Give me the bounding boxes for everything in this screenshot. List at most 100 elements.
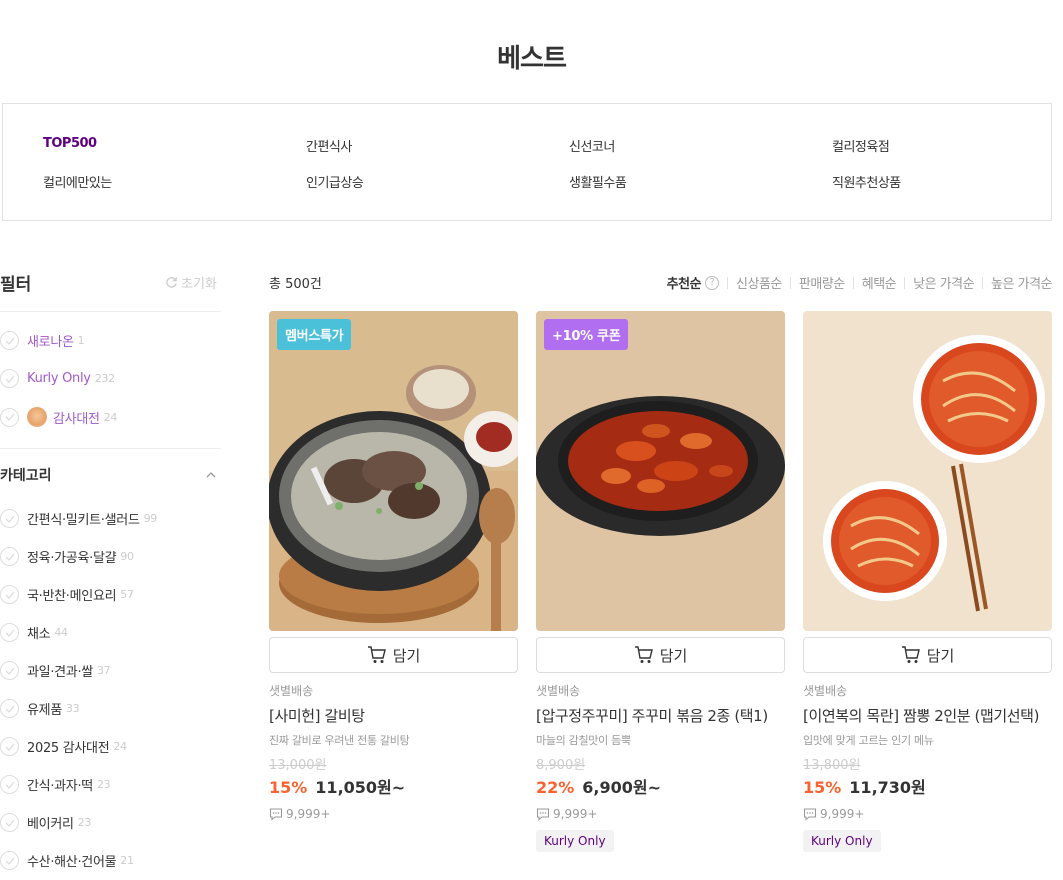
review-count: 9,999+ <box>536 807 786 821</box>
discount-rate: 15% <box>803 778 842 797</box>
check-icon <box>0 369 19 388</box>
sale-price: 6,900원~ <box>582 778 662 797</box>
category-link-top500[interactable]: TOP500 <box>43 136 97 151</box>
category-filter-count: 57 <box>120 588 134 601</box>
product-name[interactable]: [사미헌] 갈비탕 <box>269 705 519 728</box>
divider <box>0 311 221 312</box>
divider <box>727 276 729 289</box>
filter-reset-label: 초기화 <box>181 277 217 292</box>
check-icon <box>0 775 19 794</box>
divider <box>789 276 791 289</box>
category-filter-count: 23 <box>77 816 92 829</box>
comment-icon <box>269 808 283 821</box>
review-count: 9,999+ <box>803 807 1053 821</box>
product-name[interactable]: [이연복의 목란] 짬뽕 2인분 (맵기선택) <box>803 705 1053 728</box>
sort-recommended[interactable]: 추천순 <box>667 273 702 292</box>
product-image[interactable] <box>803 311 1052 631</box>
discount-rate: 22% <box>536 778 575 797</box>
category-filter-label: 수산·해산·건어물 <box>27 855 117 870</box>
sort-price-low[interactable]: 낮은 가격순 <box>913 273 974 292</box>
category-link-staff-picks[interactable]: 직원추천상품 <box>832 172 901 191</box>
category-filter-label: 과일·견과·쌀 <box>27 665 93 680</box>
review-count: 9,999+ <box>269 807 519 821</box>
refresh-icon <box>166 277 177 288</box>
category-section-toggle[interactable]: 카테고리 <box>0 465 221 485</box>
category-link-kurly-exclusive[interactable]: 컬리에만있는 <box>43 172 112 191</box>
check-icon <box>0 813 19 832</box>
filter-reset-button[interactable]: 초기화 <box>165 273 217 292</box>
filter-option-new[interactable]: 새로나온 1 <box>0 331 85 350</box>
original-price: 13,000원 <box>269 758 327 773</box>
original-price: 8,900원 <box>536 758 586 773</box>
category-link-fresh[interactable]: 신선코너 <box>569 136 615 155</box>
check-icon <box>0 737 19 756</box>
category-filter-option[interactable]: 채소 44 <box>0 623 68 642</box>
category-filter-label: 국·반찬·메인요리 <box>27 589 117 604</box>
thanks-sale-badge-icon <box>27 407 47 427</box>
product-card[interactable]: 담기 샛별배송 [이연복의 목란] 짬뽕 2인분 (맵기선택) 입맛에 맞게 고… <box>803 311 1053 852</box>
filter-option-thanks-sale[interactable]: 감사대전 24 <box>0 407 117 427</box>
sort-newest[interactable]: 신상품순 <box>736 273 782 292</box>
check-icon <box>0 699 19 718</box>
sort-benefit[interactable]: 혜택순 <box>862 273 897 292</box>
add-to-cart-label: 담기 <box>392 646 421 665</box>
review-count-value: 9,999+ <box>553 807 598 821</box>
category-link-butcher[interactable]: 컬리정육점 <box>832 136 890 155</box>
add-to-cart-button[interactable]: 담기 <box>536 637 785 673</box>
filter-option-kurly-only[interactable]: Kurly Only 232 <box>0 369 115 388</box>
filter-option-label: Kurly Only <box>27 371 91 386</box>
filter-option-count: 1 <box>77 334 85 347</box>
add-to-cart-button[interactable]: 담기 <box>803 637 1052 673</box>
category-filter-count: 21 <box>120 854 134 867</box>
divider <box>904 276 906 289</box>
category-filter-label: 간편식·밀키트·샐러드 <box>27 513 140 528</box>
category-filter-option[interactable]: 수산·해산·건어물 21 <box>0 851 134 870</box>
check-icon <box>0 331 19 350</box>
review-count-value: 9,999+ <box>820 807 865 821</box>
comment-icon <box>803 808 817 821</box>
divider <box>982 276 984 289</box>
shipping-type: 샛별배송 <box>269 684 314 698</box>
chevron-up-icon <box>206 472 216 478</box>
category-filter-option[interactable]: 베이커리 23 <box>0 813 91 832</box>
category-filter-option[interactable]: 과일·견과·쌀 37 <box>0 661 111 680</box>
category-filter-label: 유제품 <box>27 703 62 718</box>
total-count: 총 500건 <box>269 277 322 292</box>
product-image[interactable]: 멤버스특가 <box>269 311 518 631</box>
category-link-rising[interactable]: 인기급상승 <box>306 172 364 191</box>
category-filter-label: 베이커리 <box>27 817 74 832</box>
filter-option-count: 232 <box>94 372 115 385</box>
sort-price-high[interactable]: 높은 가격순 <box>991 273 1052 292</box>
category-filter-option[interactable]: 2025 감사대전 24 <box>0 737 127 756</box>
check-icon <box>0 623 19 642</box>
sale-price: 11,730원 <box>849 778 926 797</box>
add-to-cart-button[interactable]: 담기 <box>269 637 518 673</box>
check-icon <box>0 547 19 566</box>
product-name[interactable]: [압구정주꾸미] 주꾸미 볶음 2종 (택1) <box>536 705 786 728</box>
help-icon[interactable]: ? <box>705 275 720 290</box>
category-filter-option[interactable]: 정육·가공육·달걀 90 <box>0 547 134 566</box>
best-category-menu: TOP500 간편식사 신선코너 컬리정육점 컬리에만있는 인기급상승 생활필수… <box>2 103 1052 221</box>
product-tag: +10% 쿠폰 <box>544 319 629 350</box>
add-to-cart-label: 담기 <box>659 646 688 665</box>
kurly-only-badge: Kurly Only <box>803 830 881 852</box>
kurly-only-badge: Kurly Only <box>536 830 614 852</box>
product-card[interactable]: +10% 쿠폰 담기 샛별배송 [압구정주꾸미] 주꾸미 볶음 2종 (택1) … <box>536 311 786 852</box>
product-description: 마늘의 감칠맛이 듬뿍 <box>536 734 631 747</box>
divider <box>852 276 854 289</box>
product-image[interactable]: +10% 쿠폰 <box>536 311 785 631</box>
category-link-simple-meal[interactable]: 간편식사 <box>306 136 352 155</box>
category-filter-option[interactable]: 간편식·밀키트·샐러드 99 <box>0 509 157 528</box>
page-title: 베스트 <box>497 44 567 74</box>
category-filter-count: 99 <box>143 512 158 525</box>
check-icon <box>0 661 19 680</box>
product-card[interactable]: 멤버스특가 담기 샛별배송 [사미헌] 갈비탕 진짜 갈비로 우려낸 전통 갈비… <box>269 311 519 821</box>
check-icon <box>0 585 19 604</box>
check-icon <box>0 407 19 427</box>
category-filter-option[interactable]: 간식·과자·떡 23 <box>0 775 111 794</box>
category-filter-option[interactable]: 유제품 33 <box>0 699 80 718</box>
category-link-essentials[interactable]: 생활필수품 <box>569 172 627 191</box>
sort-sales[interactable]: 판매량순 <box>799 273 845 292</box>
category-section-title: 카테고리 <box>0 468 52 484</box>
category-filter-option[interactable]: 국·반찬·메인요리 57 <box>0 585 134 604</box>
